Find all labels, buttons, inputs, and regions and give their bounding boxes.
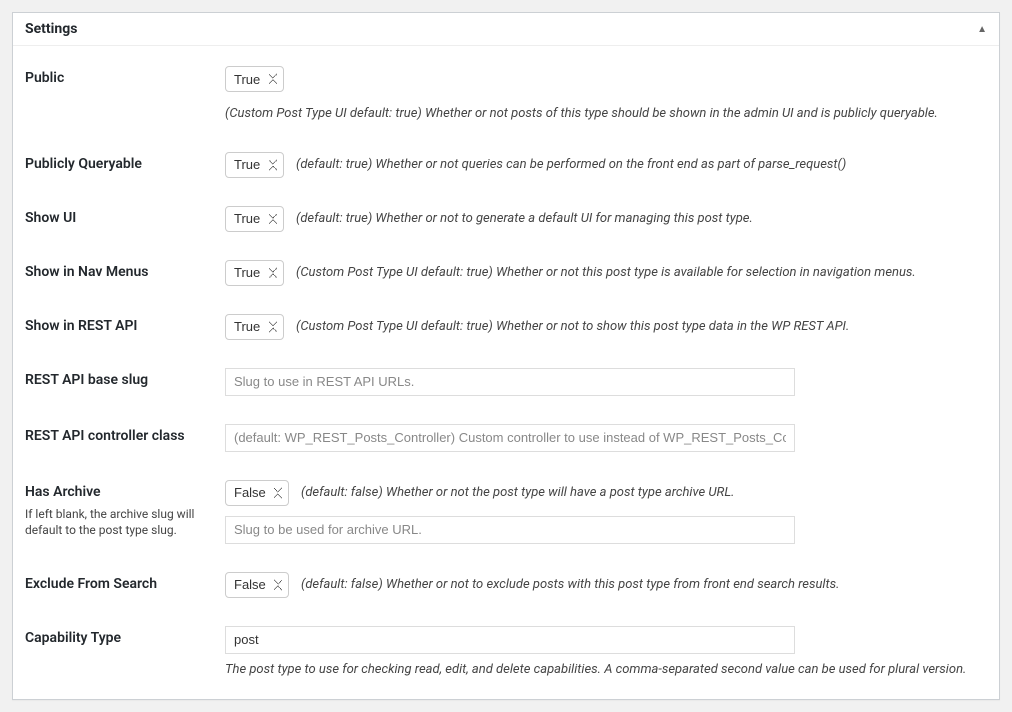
label-show-in-rest: Show in REST API (25, 314, 225, 334)
desc-public: (Custom Post Type UI default: true) Whet… (225, 104, 938, 124)
row-show-in-nav: Show in Nav Menus True (Custom Post Type… (25, 240, 987, 294)
panel-body: Public True (Custom Post Type UI default… (13, 46, 999, 699)
select-show-in-nav[interactable]: True (225, 260, 284, 286)
input-archive-slug[interactable] (225, 516, 795, 544)
select-show-in-rest[interactable]: True (225, 314, 284, 340)
row-public: Public True (Custom Post Type UI default… (25, 46, 987, 132)
desc-has-archive: (default: false) Whether or not the post… (301, 483, 734, 503)
row-show-in-rest: Show in REST API True (Custom Post Type … (25, 294, 987, 348)
label-rest-controller: REST API controller class (25, 424, 225, 444)
label-has-archive: Has Archive (25, 484, 225, 500)
row-has-archive: Has Archive If left blank, the archive s… (25, 460, 987, 552)
row-rest-controller: REST API controller class (25, 404, 987, 460)
label-publicly-queryable: Publicly Queryable (25, 152, 225, 172)
desc-capability: The post type to use for checking read, … (225, 660, 987, 680)
panel-title: Settings (25, 21, 77, 37)
label-public: Public (25, 66, 225, 86)
settings-panel: Settings ▲ Public True (Custom Post Type… (12, 12, 1000, 700)
panel-header: Settings ▲ (13, 13, 999, 46)
sublabel-has-archive: If left blank, the archive slug will def… (25, 506, 205, 540)
row-publicly-queryable: Publicly Queryable True (default: true) … (25, 132, 987, 186)
desc-exclude-search: (default: false) Whether or not to exclu… (301, 575, 839, 595)
select-has-archive[interactable]: False (225, 480, 289, 506)
input-capability[interactable] (225, 626, 795, 654)
row-rest-slug: REST API base slug (25, 348, 987, 404)
input-rest-slug[interactable] (225, 368, 795, 396)
select-publicly-queryable[interactable]: True (225, 152, 284, 178)
label-show-ui: Show UI (25, 206, 225, 226)
row-exclude-search: Exclude From Search False (default: fals… (25, 552, 987, 606)
label-exclude-search: Exclude From Search (25, 572, 225, 592)
desc-show-in-nav: (Custom Post Type UI default: true) Whet… (296, 263, 916, 283)
select-public[interactable]: True (225, 66, 284, 92)
desc-publicly-queryable: (default: true) Whether or not queries c… (296, 155, 846, 175)
desc-show-ui: (default: true) Whether or not to genera… (296, 209, 753, 229)
label-rest-slug: REST API base slug (25, 368, 225, 388)
label-show-in-nav: Show in Nav Menus (25, 260, 225, 280)
label-capability: Capability Type (25, 626, 225, 646)
select-exclude-search[interactable]: False (225, 572, 289, 598)
desc-show-in-rest: (Custom Post Type UI default: true) Whet… (296, 317, 849, 337)
input-rest-controller[interactable] (225, 424, 795, 452)
collapse-toggle-icon[interactable]: ▲ (977, 24, 987, 35)
row-show-ui: Show UI True (default: true) Whether or … (25, 186, 987, 240)
select-show-ui[interactable]: True (225, 206, 284, 232)
